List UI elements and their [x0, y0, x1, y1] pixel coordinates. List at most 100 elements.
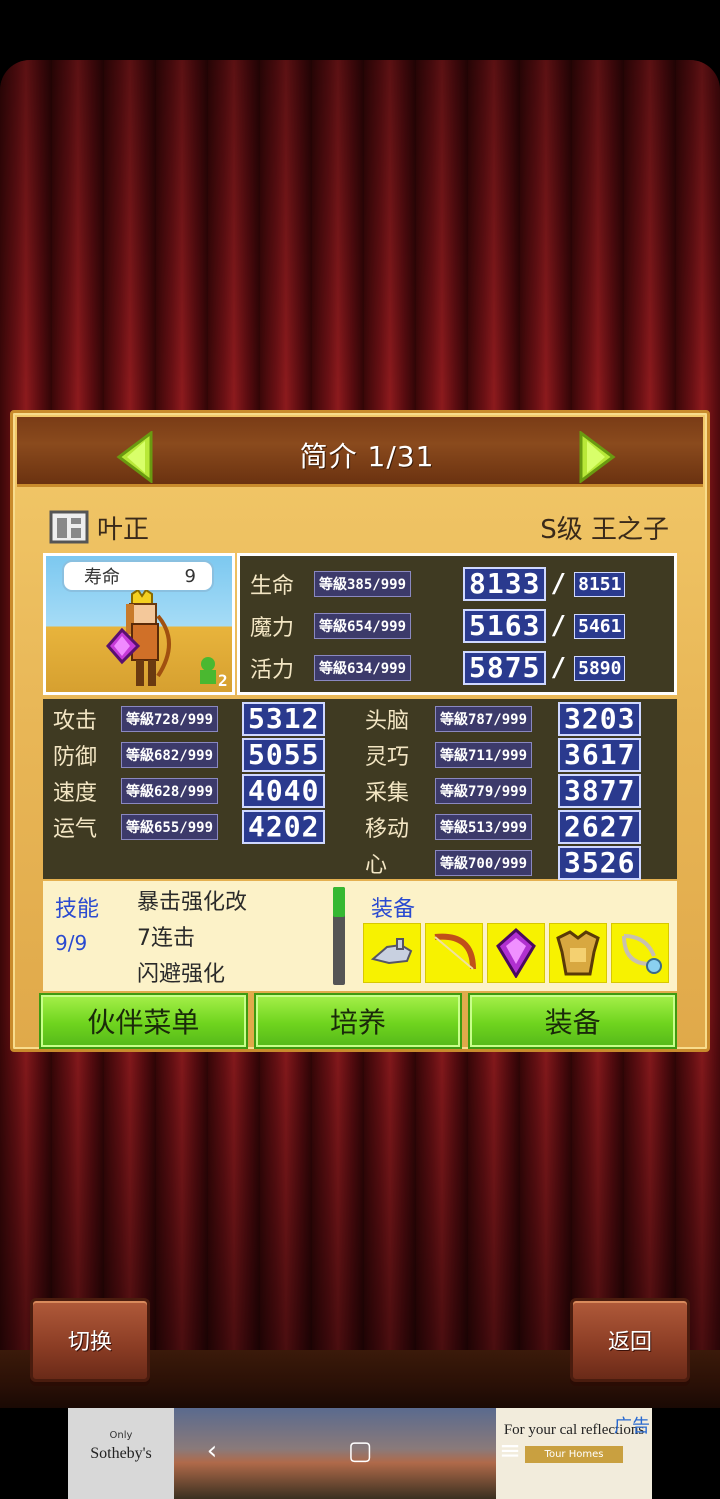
character-info-panel: 简介 1/31 叶正 S级 王之子 寿命 9 2 生命 等級385/999 81… — [10, 410, 710, 1052]
stat-row-speed: 速度 等級628/999 4040 — [53, 773, 326, 809]
stat-row-gathering: 采集 等級779/999 3877 — [365, 773, 642, 809]
rank-job-label: S级 王之子 — [540, 515, 669, 545]
skills-count: 9/9 — [55, 931, 88, 955]
ad-small-text: Only — [109, 1430, 133, 1441]
skill-item: 暴击强化改 — [137, 890, 248, 915]
equip-slot-weapon[interactable] — [425, 923, 483, 983]
party-menu-button[interactable]: 伙伴菜单 — [39, 993, 248, 1049]
stat-value: 5163 — [463, 609, 547, 643]
stat-row-defense: 防御 等級682/999 5055 — [53, 737, 326, 773]
stat-label: 采集 — [365, 781, 410, 806]
stat-label: 移动 — [365, 817, 410, 842]
name-row: 叶正 — [49, 507, 149, 547]
stat-max: 8151 — [574, 571, 626, 597]
lifespan-label: 寿命 — [84, 567, 120, 588]
stat-max: 5890 — [574, 655, 626, 681]
slash-separator: / — [550, 653, 567, 683]
necklace-icon — [622, 934, 662, 974]
stat-value: 3203 — [558, 702, 642, 736]
attribute-stats-panel: 攻击 等級728/999 5312 防御 等級682/999 5055 速度 等… — [43, 699, 677, 881]
equip-slot-weapon-accessory[interactable] — [363, 923, 421, 983]
stat-level: 等級655/999 — [121, 814, 219, 840]
stat-level: 等級728/999 — [121, 706, 219, 732]
stat-level: 等級779/999 — [435, 778, 533, 804]
stat-label: 活力 — [250, 658, 295, 683]
stat-label: 运气 — [53, 817, 98, 842]
stat-label: 心 — [365, 853, 388, 878]
ad-brand-block: Only Sotheby's — [68, 1408, 174, 1499]
stat-row-dexterity: 灵巧 等級711/999 3617 — [365, 737, 642, 773]
stat-max: 5461 — [574, 613, 626, 639]
stat-label: 防御 — [53, 745, 98, 770]
stat-level: 等級711/999 — [435, 742, 533, 768]
stat-value: 5875 — [463, 651, 547, 685]
stat-level: 等級654/999 — [314, 613, 412, 639]
stat-level: 等級682/999 — [121, 742, 219, 768]
party-member-icon: 2 — [200, 657, 228, 688]
action-button-row: 伙伴菜单 培养 装备 — [39, 993, 678, 1049]
stat-label: 头脑 — [365, 709, 410, 734]
character-name: 叶正 — [97, 514, 150, 545]
stat-row-intellect: 头脑 等級787/999 3203 — [365, 701, 642, 737]
equip-slot-accessory[interactable] — [611, 923, 669, 983]
ad-brand-name: Sotheby's — [90, 1445, 152, 1462]
stat-level: 等級634/999 — [314, 655, 412, 681]
stat-value: 3526 — [558, 846, 642, 880]
stat-label: 速度 — [53, 781, 98, 806]
nav-back-icon[interactable]: ‹ — [192, 1436, 232, 1472]
stat-row-heart: 心 等級700/999 3526 — [365, 845, 642, 881]
stat-level: 等級628/999 — [121, 778, 219, 804]
stat-value: 5312 — [242, 702, 326, 736]
skill-item: 闪避强化 — [137, 962, 226, 987]
stat-row-attack: 攻击 等級728/999 5312 — [53, 701, 326, 737]
page-title: 简介 1/31 — [299, 440, 435, 473]
lifespan-tag: 寿命 9 — [62, 560, 214, 592]
armor-icon — [556, 930, 600, 976]
scroll-thumb[interactable] — [333, 887, 345, 917]
stat-label: 灵巧 — [365, 745, 410, 770]
back-button[interactable]: 返回 — [570, 1298, 690, 1382]
equip-button[interactable]: 装备 — [468, 993, 678, 1049]
stat-value: 4202 — [242, 810, 326, 844]
skill-item: 7连击 — [137, 926, 195, 951]
ad-cta-button[interactable]: Tour Homes — [524, 1446, 624, 1463]
nav-home-icon[interactable]: ▢ — [340, 1436, 380, 1472]
stat-value: 8133 — [463, 567, 547, 601]
skill-list[interactable]: 暴击强化改 7连击 闪避强化 — [137, 885, 247, 993]
hero-sprite-icon — [106, 590, 171, 686]
stat-row-stamina: 活力 等級634/999 5875 / 5890 — [250, 650, 626, 686]
skill-scrollbar[interactable] — [333, 887, 345, 985]
ad-label: 广告 — [614, 1416, 650, 1437]
stat-level: 等級700/999 — [435, 850, 533, 876]
equip-slot-shield[interactable] — [487, 923, 545, 983]
panel-header: 简介 1/31 — [17, 417, 703, 487]
bow-icon — [434, 933, 476, 970]
stat-label: 攻击 — [53, 709, 98, 734]
stat-value: 5055 — [242, 738, 326, 772]
vital-stats-panel: 生命 等級385/999 8133 / 8151 魔力 等級654/999 51… — [237, 553, 677, 695]
status-bar-area — [0, 0, 720, 60]
stat-row-movement: 移动 等級513/999 2627 — [365, 809, 642, 845]
switch-button[interactable]: 切换 — [30, 1298, 150, 1382]
equipment-title: 装备 — [371, 897, 416, 922]
skills-equipment-section: 技能 9/9 暴击强化改 7连击 闪避强化 装备 — [43, 881, 677, 991]
equipment-slots — [363, 923, 669, 983]
stat-row-mp: 魔力 等級654/999 5163 / 5461 — [250, 608, 626, 644]
character-portrait[interactable]: 寿命 9 2 — [43, 553, 235, 695]
slash-separator: / — [550, 611, 567, 641]
train-button[interactable]: 培养 — [253, 993, 463, 1049]
stat-row-hp: 生命 等級385/999 8133 / 8151 — [250, 566, 626, 602]
stat-level: 等級787/999 — [435, 706, 533, 732]
next-arrow-button[interactable] — [577, 431, 617, 483]
stat-level: 等級385/999 — [314, 571, 412, 597]
stat-value: 2627 — [558, 810, 642, 844]
nav-menu-icon[interactable]: ≡ — [490, 1436, 530, 1472]
stat-level: 等級513/999 — [435, 814, 533, 840]
prev-arrow-button[interactable] — [115, 431, 155, 483]
stat-value: 3617 — [558, 738, 642, 772]
stat-value: 4040 — [242, 774, 326, 808]
gauntlet-icon — [370, 938, 413, 965]
lifespan-value: 9 — [184, 565, 196, 587]
slash-separator: / — [550, 569, 567, 599]
equip-slot-armor[interactable] — [549, 923, 607, 983]
